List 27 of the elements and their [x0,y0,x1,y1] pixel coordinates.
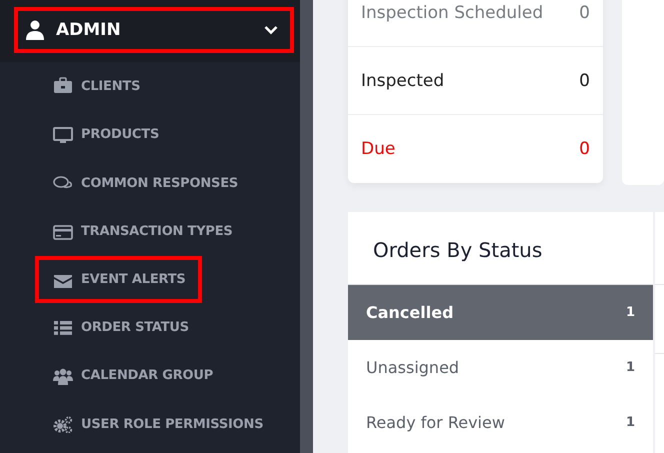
sidebar-item[interactable]: CLIENTS [35,62,156,110]
users-icon [53,366,73,385]
sidebar-item[interactable]: COMMON RESPONSES [35,159,254,208]
status-label: Inspected [361,70,444,90]
count-value: 0 [579,70,590,90]
scrollbar[interactable] [300,0,313,453]
sidebar-item[interactable]: TRANSACTION TYPES [35,208,249,256]
monitor-icon [53,126,73,144]
user-icon [26,20,44,40]
count-value: 0 [579,2,590,22]
status-list-item[interactable]: Ready for Review 1 [348,395,653,450]
sidebar-item[interactable]: PRODUCTS [35,110,176,159]
briefcase-icon [53,77,73,96]
sidebar-item[interactable]: ORDER STATUS [35,303,205,352]
sidebar-item[interactable]: USER ROLE PERMISSIONS [35,400,280,448]
credit-card-icon [53,222,73,241]
gears-icon [53,415,73,434]
sidebar-item[interactable]: EVENT ALERTS [35,256,202,303]
status-list-item[interactable]: Unassigned 1 [348,340,653,395]
chevron-down-icon [264,25,278,35]
sidebar-item[interactable]: CALENDAR GROUP [35,352,230,400]
list-icon [53,318,73,336]
admin-menu-header[interactable]: ADMIN [14,7,294,53]
count-value: 0 [579,139,590,159]
status-label: Due [361,139,396,159]
status-label: Inspection Scheduled [361,2,544,22]
status-list-item[interactable]: Cancelled 1 [348,285,653,340]
